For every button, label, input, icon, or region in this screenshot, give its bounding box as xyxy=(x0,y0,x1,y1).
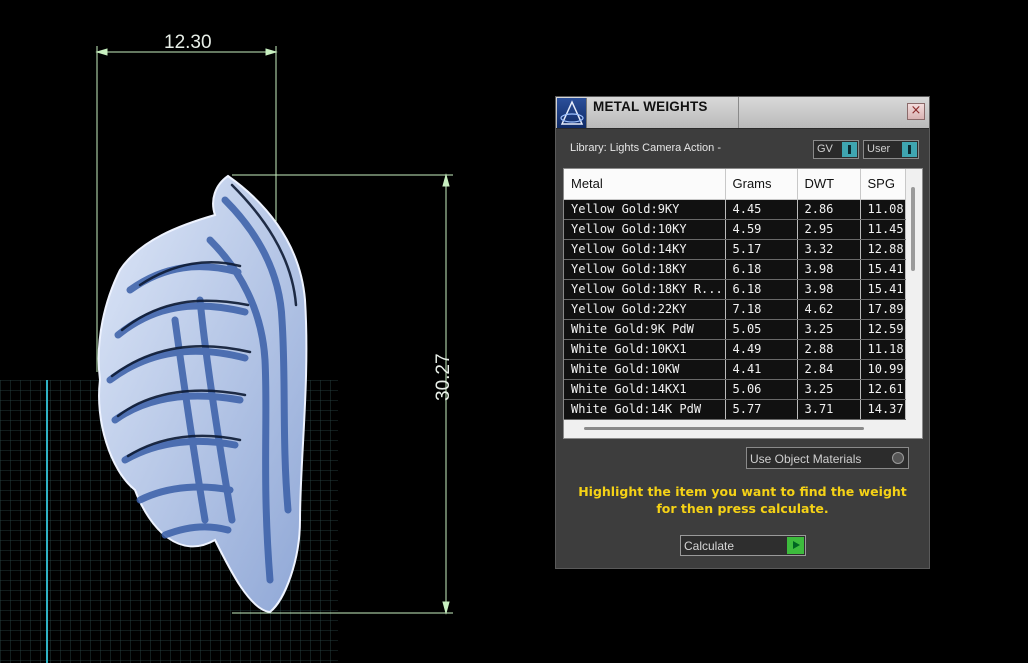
panel-title: METAL WEIGHTS xyxy=(593,99,708,114)
cell-spg: 10.99 xyxy=(860,359,906,380)
calculate-label: Calculate xyxy=(684,539,735,553)
instruction-text: Highlight the item you want to find the … xyxy=(578,484,907,516)
close-button[interactable]: × xyxy=(907,103,925,120)
user-toggle-label: User xyxy=(867,143,891,155)
use-object-materials-option[interactable]: Use Object Materials xyxy=(746,447,909,469)
table-row[interactable]: Yellow Gold:14KY 5.17 3.32 12.88 xyxy=(564,239,906,260)
cell-spg: 11.18 xyxy=(860,339,906,360)
cell-spg: 11.08 xyxy=(860,199,906,220)
cell-grams: 4.45 xyxy=(725,199,798,220)
cell-spg: 17.89 xyxy=(860,299,906,320)
play-arrow-icon[interactable] xyxy=(787,537,804,554)
table-body: Yellow Gold:9KY 4.45 2.86 11.08 Yellow Gold:… xyxy=(564,199,906,420)
calculate-button[interactable]: Calculate xyxy=(680,535,806,556)
cell-spg: 15.41 xyxy=(860,279,906,300)
column-header-grams[interactable]: Grams xyxy=(725,169,798,200)
table-row[interactable]: White Gold:10KW 4.41 2.84 10.99 xyxy=(564,359,906,380)
cell-metal: Yellow Gold:22KY xyxy=(564,299,726,320)
cell-grams: 6.18 xyxy=(725,279,798,300)
cell-metal: White Gold:10KX1 xyxy=(564,339,726,360)
title-divider xyxy=(738,97,739,128)
table-row[interactable]: Yellow Gold:9KY 4.45 2.86 11.08 xyxy=(564,199,906,220)
cell-spg: 11.45 xyxy=(860,219,906,240)
metal-weights-panel: METAL WEIGHTS × Library: Lights Camera A… xyxy=(555,96,930,569)
table-header-row: Metal Grams DWT SPG xyxy=(564,169,906,200)
use-object-materials-label: Use Object Materials xyxy=(750,452,862,466)
cell-metal: Yellow Gold:9KY xyxy=(564,199,726,220)
toggle-switch-icon[interactable] xyxy=(902,142,917,157)
height-dimension-label: 30.27 xyxy=(433,353,454,401)
cell-dwt: 3.25 xyxy=(797,379,861,400)
cell-metal: White Gold:14K PdW xyxy=(564,399,726,420)
metal-table: Metal Grams DWT SPG Yellow Gold:9KY 4.45 2… xyxy=(564,169,906,420)
cell-dwt: 3.25 xyxy=(797,319,861,340)
horizontal-scrollbar[interactable] xyxy=(584,427,864,430)
cell-dwt: 3.32 xyxy=(797,239,861,260)
table-row[interactable]: White Gold:9K PdW 5.05 3.25 12.59 xyxy=(564,319,906,340)
cell-metal: Yellow Gold:18KY R... xyxy=(564,279,726,300)
gv-toggle[interactable]: GV xyxy=(813,140,859,159)
column-header-spg[interactable]: SPG xyxy=(860,169,906,200)
cell-dwt: 3.71 xyxy=(797,399,861,420)
cell-metal: White Gold:9K PdW xyxy=(564,319,726,340)
table-row[interactable]: White Gold:14KX1 5.06 3.25 12.61 xyxy=(564,379,906,400)
user-toggle[interactable]: User xyxy=(863,140,919,159)
app-logo-icon xyxy=(557,98,587,128)
cell-grams: 5.77 xyxy=(725,399,798,420)
cell-grams: 6.18 xyxy=(725,259,798,280)
table-row[interactable]: White Gold:10KX1 4.49 2.88 11.18 xyxy=(564,339,906,360)
cell-dwt: 3.98 xyxy=(797,279,861,300)
cell-dwt: 2.95 xyxy=(797,219,861,240)
cell-metal: Yellow Gold:14KY xyxy=(564,239,726,260)
table-row[interactable]: Yellow Gold:22KY 7.18 4.62 17.89 xyxy=(564,299,906,320)
table-row[interactable]: White Gold:14K PdW 5.77 3.71 14.37 xyxy=(564,399,906,420)
cell-grams: 5.05 xyxy=(725,319,798,340)
cell-spg: 12.59 xyxy=(860,319,906,340)
cell-grams: 4.49 xyxy=(725,339,798,360)
table-row[interactable]: Yellow Gold:18KY R... 6.18 3.98 15.41 xyxy=(564,279,906,300)
cell-grams: 4.59 xyxy=(725,219,798,240)
cell-spg: 12.61 xyxy=(860,379,906,400)
panel-title-bar[interactable]: METAL WEIGHTS × xyxy=(556,97,929,129)
cell-metal: Yellow Gold:10KY xyxy=(564,219,726,240)
cell-metal: White Gold:14KX1 xyxy=(564,379,726,400)
gv-toggle-label: GV xyxy=(817,143,833,155)
library-label: Library: Lights Camera Action - xyxy=(570,142,722,154)
cell-spg: 15.41 xyxy=(860,259,906,280)
radio-icon[interactable] xyxy=(892,452,904,464)
width-dimension-label: 12.30 xyxy=(164,32,212,53)
column-header-metal[interactable]: Metal xyxy=(564,169,726,200)
toggle-switch-icon[interactable] xyxy=(842,142,857,157)
cell-dwt: 2.86 xyxy=(797,199,861,220)
cell-grams: 4.41 xyxy=(725,359,798,380)
metal-table-container: Metal Grams DWT SPG Yellow Gold:9KY 4.45 2… xyxy=(563,168,923,439)
table-row[interactable]: Yellow Gold:10KY 4.59 2.95 11.45 xyxy=(564,219,906,240)
table-row[interactable]: Yellow Gold:18KY 6.18 3.98 15.41 xyxy=(564,259,906,280)
cell-dwt: 2.84 xyxy=(797,359,861,380)
column-header-dwt[interactable]: DWT xyxy=(797,169,861,200)
vertical-scrollbar[interactable] xyxy=(911,187,915,271)
cell-grams: 5.17 xyxy=(725,239,798,260)
cell-metal: White Gold:10KW xyxy=(564,359,726,380)
cell-dwt: 4.62 xyxy=(797,299,861,320)
cell-dwt: 2.88 xyxy=(797,339,861,360)
cell-grams: 5.06 xyxy=(725,379,798,400)
cell-metal: Yellow Gold:18KY xyxy=(564,259,726,280)
cell-spg: 12.88 xyxy=(860,239,906,260)
close-icon: × xyxy=(910,103,922,118)
cell-dwt: 3.98 xyxy=(797,259,861,280)
cell-grams: 7.18 xyxy=(725,299,798,320)
cell-spg: 14.37 xyxy=(860,399,906,420)
